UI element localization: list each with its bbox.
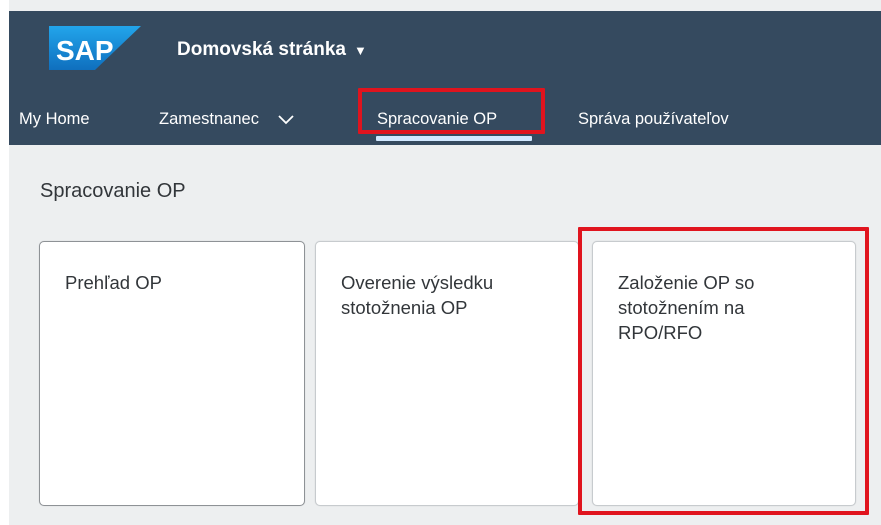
shell-bar: SAP Domovská stránka ▼ My Home Zamestnan…: [9, 11, 881, 145]
tab-label: Zamestnanec: [159, 109, 259, 128]
tile-title: Overenie výsledku stotožnenia OP: [341, 272, 494, 318]
tile-prehlad-op[interactable]: Prehľad OP: [39, 241, 305, 506]
tab-label: My Home: [19, 109, 90, 128]
tab-my-home[interactable]: My Home: [19, 93, 90, 145]
sap-fiori-launchpad: SAP Domovská stránka ▼ My Home Zamestnan…: [0, 0, 881, 525]
home-title-label: Domovská stránka: [177, 39, 346, 60]
left-edge: [0, 0, 9, 525]
tab-label: Spracovanie OP: [377, 109, 498, 128]
tile-title: Založenie OP so stotožnením na RPO/RFO: [618, 272, 755, 343]
tab-label: Správa používateľov: [578, 109, 729, 128]
section-title: Spracovanie OP: [40, 180, 186, 202]
sap-logo[interactable]: SAP: [49, 26, 141, 70]
sap-logo-icon: SAP: [49, 26, 141, 70]
selected-tab-indicator: [376, 136, 532, 141]
tile-title: Prehľad OP: [65, 272, 162, 293]
tile-zalozenie-op[interactable]: Založenie OP so stotožnením na RPO/RFO: [592, 241, 856, 506]
tile-overenie-vysledku[interactable]: Overenie výsledku stotožnenia OP: [315, 241, 579, 506]
logo-text: SAP: [56, 35, 114, 66]
caret-down-icon: ▼: [353, 42, 367, 58]
tab-zamestnanec[interactable]: Zamestnanec: [159, 93, 295, 145]
tab-sprava-pouzivatelov[interactable]: Správa používateľov: [578, 93, 729, 145]
home-title-menu[interactable]: Domovská stránka ▼: [177, 35, 367, 65]
chevron-down-icon: [278, 115, 294, 125]
